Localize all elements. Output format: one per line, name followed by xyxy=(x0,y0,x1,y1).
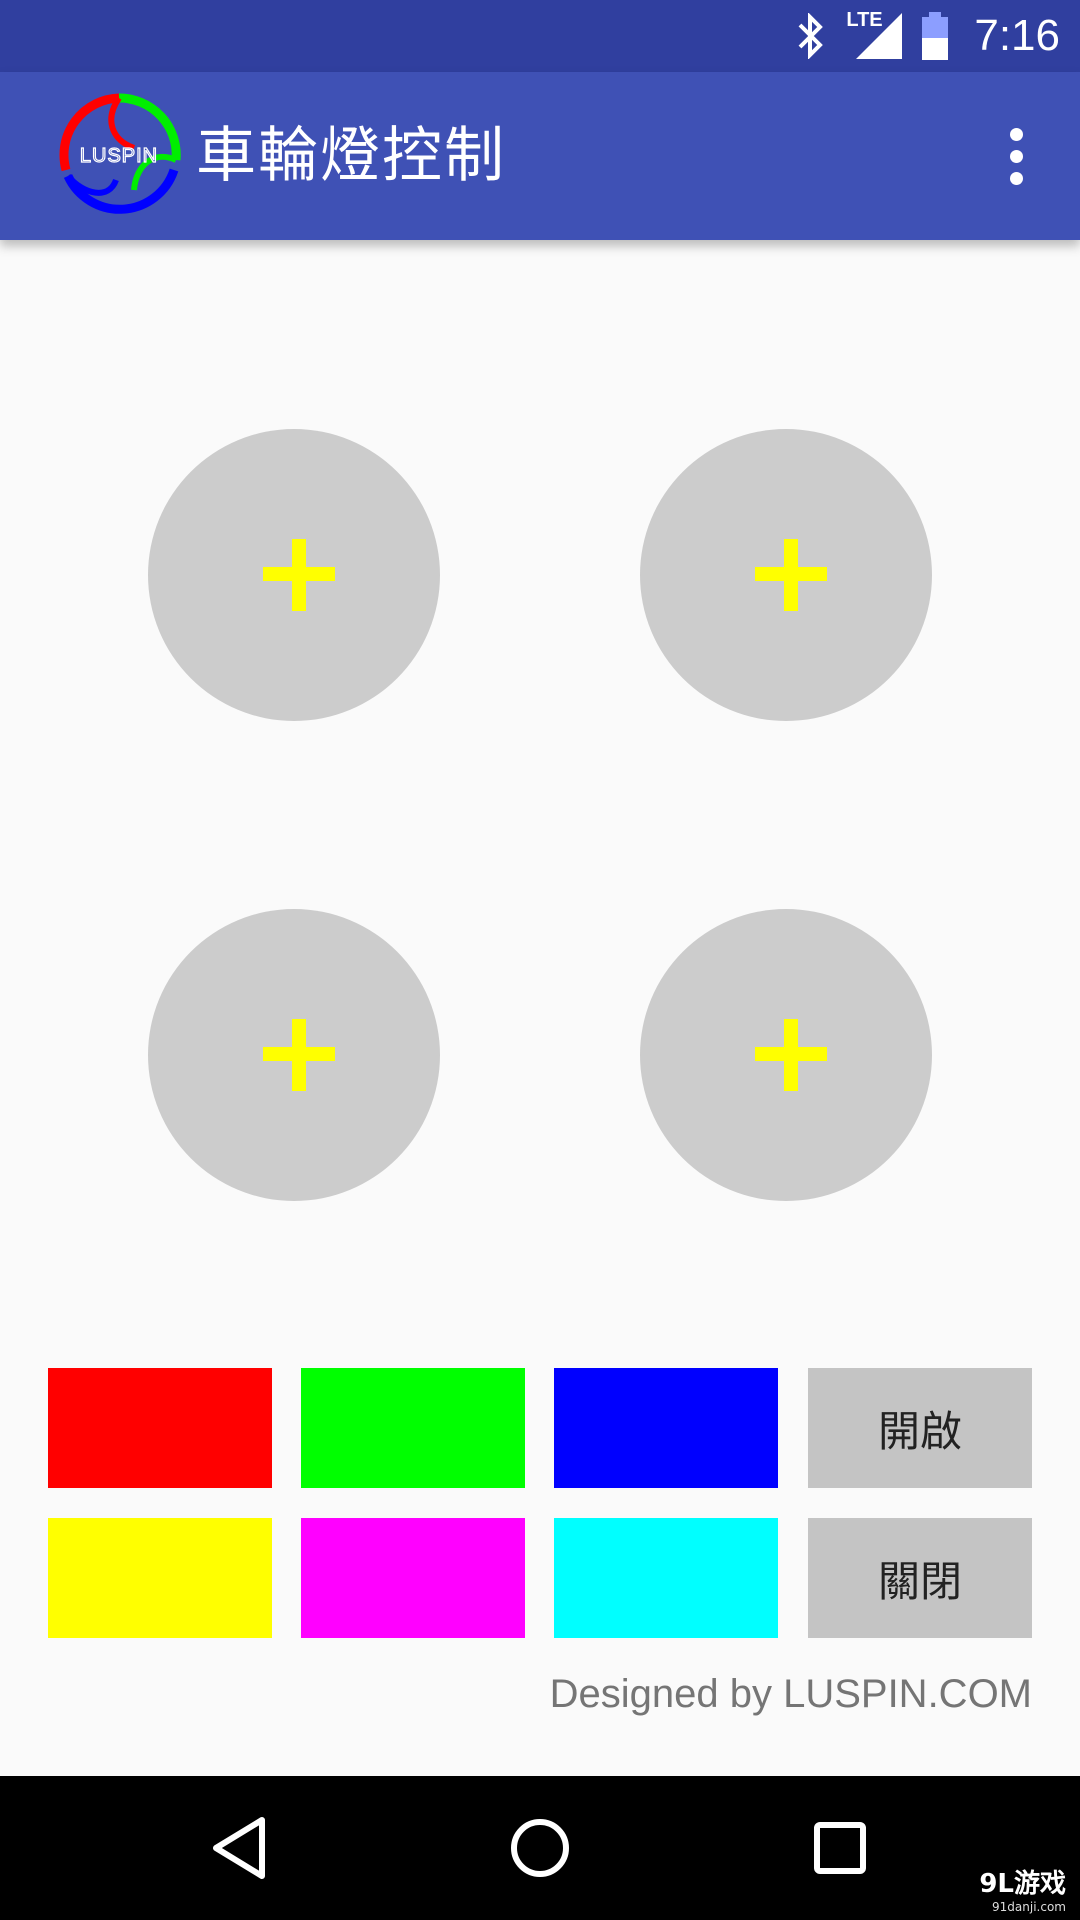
plus-icon xyxy=(784,1019,798,1091)
lte-label: LTE xyxy=(846,9,883,31)
navigation-bar: 9L游戏 91danji.com xyxy=(0,1776,1080,1920)
plus-icon xyxy=(784,539,798,611)
app-bar: LUSPIN 車輪燈控制 xyxy=(0,72,1080,240)
color-swatch-magenta[interactable] xyxy=(301,1518,525,1638)
color-swatch-blue[interactable] xyxy=(554,1368,778,1488)
battery-icon xyxy=(922,12,949,60)
designer-credit: Designed by LUSPIN.COM xyxy=(549,1672,1032,1716)
wheel-slot-top-left[interactable] xyxy=(148,429,440,721)
home-circle-icon[interactable] xyxy=(490,1798,590,1898)
watermark-sub: 91danji.com xyxy=(992,1900,1066,1914)
menu-dot xyxy=(1009,171,1023,185)
wheel-slot-top-right[interactable] xyxy=(640,429,932,721)
more-vert-icon[interactable] xyxy=(988,120,1044,192)
color-swatch-green[interactable] xyxy=(301,1368,525,1488)
color-swatch-cyan[interactable] xyxy=(554,1518,778,1638)
plus-icon xyxy=(292,539,306,611)
logo-text: LUSPIN xyxy=(80,145,158,167)
color-swatch-red[interactable] xyxy=(48,1368,272,1488)
app-title: 車輪燈控制 xyxy=(196,121,506,191)
wheel-slot-bottom-right[interactable] xyxy=(640,909,932,1201)
bluetooth-icon xyxy=(798,13,824,59)
recents-square-icon[interactable] xyxy=(790,1798,890,1898)
plus-icon xyxy=(292,1019,306,1091)
status-bar: LTE 7:16 xyxy=(0,0,1080,72)
color-swatch-yellow[interactable] xyxy=(48,1518,272,1638)
watermark: 9L游戏 91danji.com xyxy=(979,1863,1066,1914)
wheel-slot-bottom-left[interactable] xyxy=(148,909,440,1201)
back-triangle-icon[interactable] xyxy=(190,1798,290,1898)
watermark-main: 9L游戏 xyxy=(979,1869,1066,1899)
luspin-logo: LUSPIN xyxy=(59,93,181,214)
status-icons: LTE 7:16 xyxy=(794,0,1060,72)
menu-dot xyxy=(1009,149,1023,163)
off-button[interactable]: 關閉 xyxy=(808,1518,1032,1638)
lte-signal-icon: LTE xyxy=(846,9,903,59)
status-time: 7:16 xyxy=(974,11,1060,60)
on-button[interactable]: 開啟 xyxy=(808,1368,1032,1488)
menu-dot xyxy=(1009,127,1023,141)
